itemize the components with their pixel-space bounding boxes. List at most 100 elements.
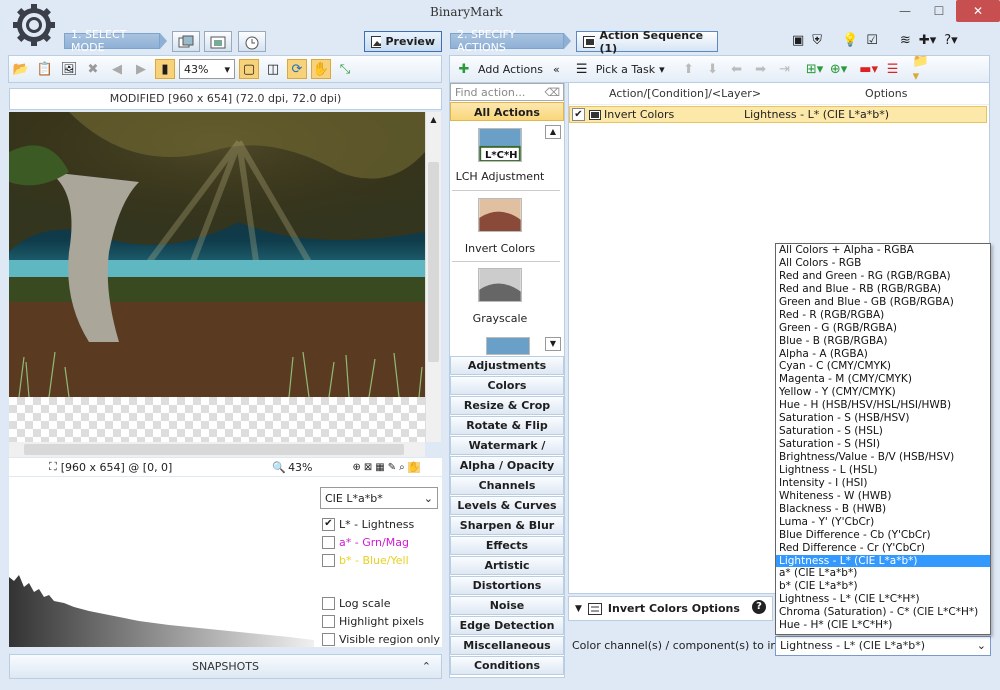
histogram-option-row[interactable]: Highlight pixels [322, 612, 440, 630]
help-icon[interactable]: ? [752, 600, 766, 614]
scroll-thumb[interactable] [24, 444, 404, 455]
dropdown-option[interactable]: Saturation - S (HSL) [776, 425, 990, 438]
category-item[interactable]: Distortions [450, 576, 564, 595]
move-down-icon[interactable]: ⬇ [703, 59, 723, 79]
tab-preview[interactable]: Preview [364, 31, 442, 52]
checkbox[interactable] [322, 614, 335, 628]
snapshots-bar[interactable]: SNAPSHOTS ⌃ [9, 654, 442, 679]
scroll-thumb[interactable] [428, 162, 439, 362]
pick-task-button[interactable]: Pick a Task [596, 63, 655, 76]
checkbox[interactable] [322, 553, 335, 567]
remove-icon[interactable]: ▬▾ [859, 59, 879, 79]
app-menu-gear-icon[interactable] [12, 3, 56, 47]
dropdown-option[interactable]: Brightness/Value - B/V (HSB/HSV) [776, 451, 990, 464]
shield-icon[interactable]: ⛨ [812, 33, 822, 48]
sequence-row[interactable]: ✔ Invert Colors Lightness - L* (CIE L*a*… [569, 106, 987, 123]
help-menu-icon[interactable]: ?▾ [944, 33, 957, 48]
color-picker-icon[interactable]: ✎ [388, 462, 396, 473]
tools-icon[interactable]: ✖ [83, 59, 103, 79]
histogram-toggle-icon[interactable]: ▮ [155, 59, 175, 79]
dropdown-option[interactable]: Intensity - I (HSI) [776, 477, 990, 490]
dropdown-option[interactable]: Magenta - M (CMY/CMYK) [776, 373, 990, 386]
histogram-option-row[interactable]: Visible region only [322, 630, 440, 648]
channel-dropdown-list[interactable]: All Colors + Alpha - RGBA All Colors - RG… [775, 243, 991, 635]
zoom-select[interactable]: 43% ▾ [179, 59, 235, 79]
actual-size-icon[interactable]: ⊠ [364, 462, 372, 473]
specify-actions-label[interactable]: 2. SPECIFY ACTIONS [450, 28, 564, 54]
find-action-input[interactable]: Find action... ⌫ [450, 83, 564, 101]
category-item[interactable]: Alpha / Opacity [450, 456, 564, 475]
category-item[interactable]: Edge Detection [450, 616, 564, 635]
batch-mode-icon[interactable] [172, 31, 200, 52]
forward-icon[interactable]: ▶ [131, 59, 151, 79]
fullscreen-icon[interactable]: ⛶ [49, 460, 57, 474]
category-item[interactable]: Conditions [450, 656, 564, 675]
lightbulb-icon[interactable]: 💡 [842, 33, 858, 48]
dropdown-option[interactable]: All Colors + Alpha - RGBA [776, 244, 990, 257]
histogram-option-row[interactable]: Log scale [322, 594, 440, 612]
hand-tool-icon[interactable]: ✋ [407, 461, 421, 473]
dropdown-option[interactable]: Red - R (RGB/RGBA) [776, 309, 990, 322]
scroll-up-icon[interactable]: ▲ [426, 112, 441, 127]
open-folder-icon[interactable]: 📂 [11, 59, 31, 79]
checkbox[interactable] [322, 596, 335, 610]
plus-menu-icon[interactable]: ✚▾ [919, 33, 936, 48]
action-invert-colors[interactable]: Invert Colors [452, 198, 548, 255]
checkbox[interactable]: ✔ [322, 517, 335, 531]
category-item[interactable]: Effects [450, 536, 564, 555]
add-actions-button[interactable]: Add Actions [478, 63, 543, 76]
channel-checkbox-row[interactable]: a* - Grn/Mag [322, 533, 442, 551]
move-left-icon[interactable]: ⬅ [727, 59, 747, 79]
dropdown-option[interactable]: Yellow - Y (CMY/CMYK) [776, 386, 990, 399]
channel-select[interactable]: Lightness - L* (CIE L*a*b*) ⌄ [775, 635, 991, 656]
clear-icon[interactable]: ☰ [883, 59, 903, 79]
category-item[interactable]: Artistic [450, 556, 564, 575]
action-lch-adjustment[interactable]: L*C*H LCH Adjustment [452, 128, 548, 183]
move-up-icon[interactable]: ⬆ [679, 59, 699, 79]
dropdown-option[interactable]: Saturation - S (HSI) [776, 438, 990, 451]
category-item[interactable]: Sharpen & Blur [450, 516, 564, 535]
dropdown-option[interactable]: Blackness - B (HWB) [776, 503, 990, 516]
dropdown-option[interactable]: Whiteness - W (HWB) [776, 490, 990, 503]
category-item[interactable]: Watermark / Overlay [450, 436, 564, 469]
image-icon[interactable]: 🖼 [59, 59, 79, 79]
dropdown-option[interactable]: Hue - H (HSB/HSV/HSL/HSI/HWB) [776, 399, 990, 412]
clear-search-icon[interactable]: ⌫ [544, 86, 560, 99]
chevron-down-icon[interactable]: ▼ [575, 604, 582, 614]
clipboard-icon[interactable]: 📋 [35, 59, 55, 79]
dropdown-option[interactable]: Blue Difference - Cb (Y'CbCr) [776, 529, 990, 542]
chevron-up-icon[interactable]: ⌃ [422, 660, 431, 673]
select-mode-label[interactable]: 1. SELECT MODE [64, 28, 160, 54]
category-item[interactable]: Colors [450, 376, 564, 395]
schedule-mode-icon[interactable] [238, 31, 266, 52]
category-item[interactable]: Noise [450, 596, 564, 615]
dropdown-option[interactable]: Green and Blue - GB (RGB/RGBA) [776, 296, 990, 309]
preview-image[interactable] [9, 112, 425, 397]
dropdown-option[interactable]: Alpha - A (RGBA) [776, 348, 990, 361]
category-item[interactable]: Resize & Crop [450, 396, 564, 415]
channel-checkbox-row[interactable]: ✔ L* - Lightness [322, 515, 442, 533]
folder-menu-icon[interactable]: 📁▾ [913, 54, 933, 84]
category-item[interactable]: Levels & Curves [450, 496, 564, 515]
move-right-icon[interactable]: ➡ [751, 59, 771, 79]
single-view-icon[interactable]: ▢ [239, 59, 259, 79]
dropdown-option[interactable]: Saturation - S (HSB/HSV) [776, 412, 990, 425]
wifi-icon[interactable]: ≋ [900, 33, 911, 48]
colorspace-select[interactable]: CIE L*a*b* ⌄ [320, 487, 438, 509]
dropdown-option[interactable]: Hue - H* (CIE L*C*H*) [776, 619, 990, 632]
magnifier-icon[interactable]: ⌕ [399, 462, 405, 473]
dropdown-option[interactable]: Red Difference - Cr (Y'CbCr) [776, 542, 990, 555]
dropdown-option[interactable]: a* (CIE L*a*b*) [776, 567, 990, 580]
dropdown-option[interactable]: Chroma (Saturation) - C* (CIE L*C*H*) [776, 606, 990, 619]
checkbox[interactable] [322, 632, 335, 646]
dropdown-option[interactable]: Cyan - C (CMY/CMYK) [776, 360, 990, 373]
dropdown-option[interactable]: Lightness - L* (CIE L*C*H*) [776, 593, 990, 606]
add-condition-icon[interactable]: ⊞▾ [805, 59, 825, 79]
fit-icon[interactable]: ⤡ [335, 59, 355, 79]
dropdown-option[interactable]: Red and Green - RG (RGB/RGBA) [776, 270, 990, 283]
dropdown-option[interactable]: Lightness - L* (CIE L*a*b*) [776, 554, 990, 568]
maximize-button[interactable]: ☐ [922, 0, 956, 22]
dropdown-option[interactable]: b* (CIE L*a*b*) [776, 580, 990, 593]
actions-scroll-down-icon[interactable]: ▼ [545, 337, 561, 351]
add-layer-icon[interactable]: ⊕▾ [829, 59, 849, 79]
